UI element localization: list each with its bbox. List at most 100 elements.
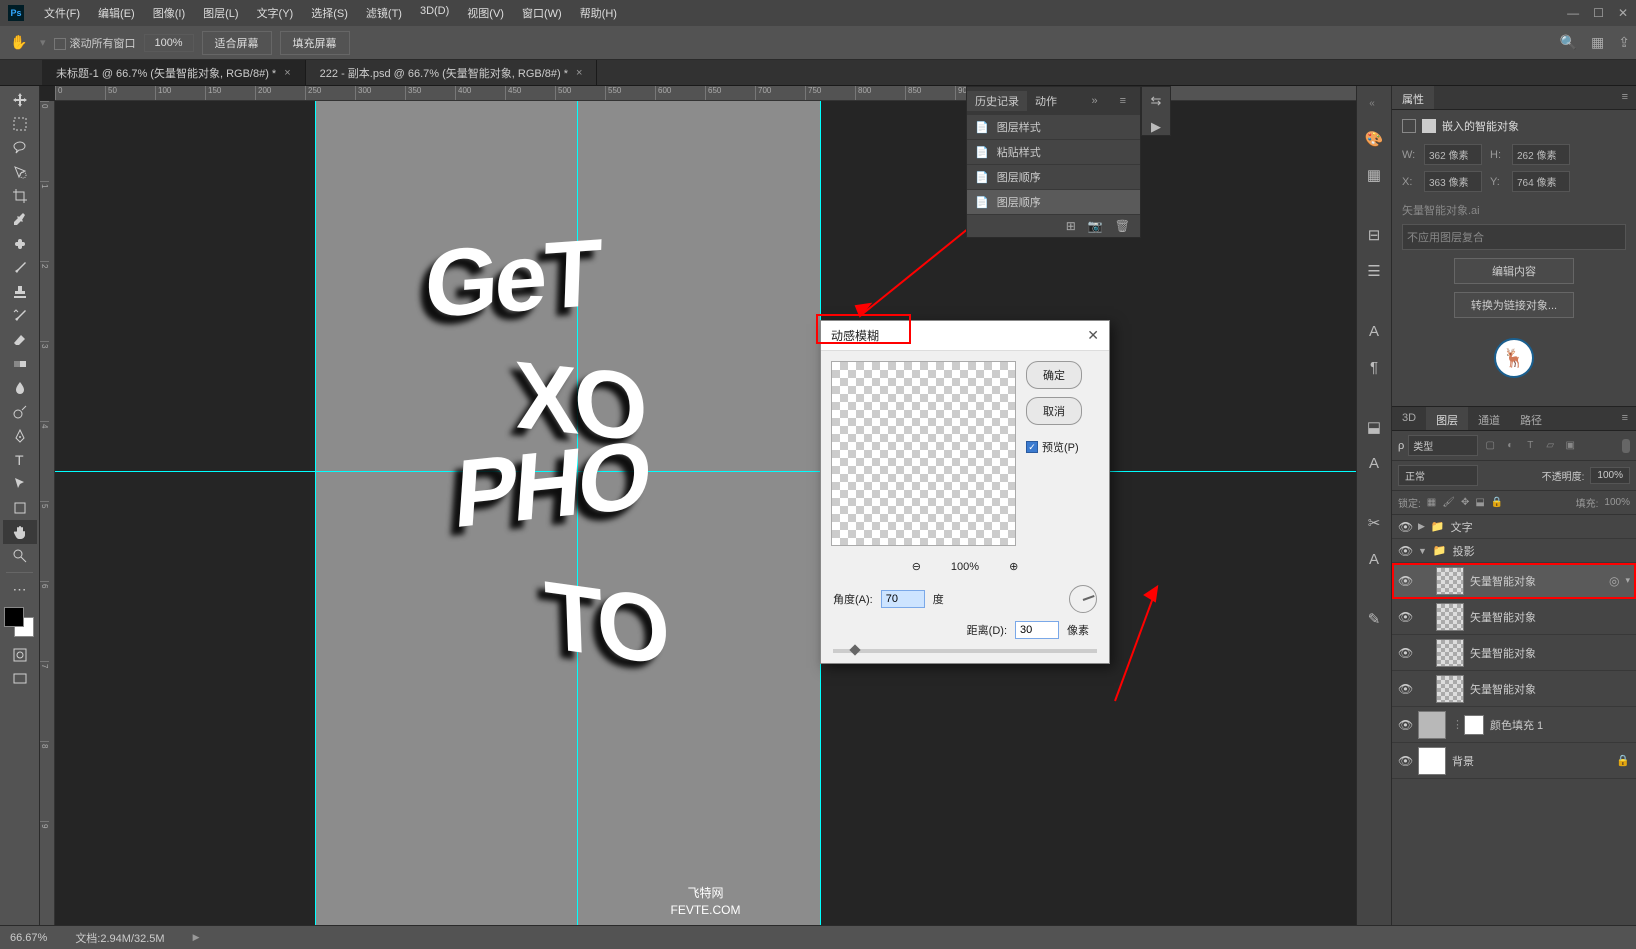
close-dialog-icon[interactable]: ✕ <box>1087 327 1099 344</box>
panel-menu-icon[interactable]: ≡ <box>1112 93 1134 109</box>
play-icon[interactable]: ▶ <box>1151 119 1161 135</box>
paragraph-panel-icon[interactable]: ¶ <box>1363 356 1385 378</box>
filter-adjust-icon[interactable]: ◐ <box>1502 438 1518 454</box>
zoom-tool[interactable] <box>3 544 37 568</box>
fill-screen-button[interactable]: 填充屏幕 <box>280 31 350 55</box>
menu-3d[interactable]: 3D(D) <box>412 1 457 25</box>
visibility-icon[interactable]: 👁 <box>1398 646 1412 660</box>
edit-toolbar-button[interactable]: ⋯ <box>3 577 37 601</box>
brush-settings-icon[interactable]: ✎ <box>1363 608 1385 630</box>
zoom-100-button[interactable]: 100% <box>144 34 194 52</box>
char-styles-panel-icon[interactable]: ⬓ <box>1363 416 1385 438</box>
angle-input[interactable] <box>881 590 925 608</box>
layer-item[interactable]: 👁⋮颜色填充 1 <box>1392 707 1636 743</box>
hand-tool-icon[interactable]: ✋ <box>6 32 32 54</box>
visibility-icon[interactable]: 👁 <box>1398 610 1412 624</box>
layer-group[interactable]: 👁▼📁投影 <box>1392 539 1636 563</box>
dodge-tool[interactable] <box>3 400 37 424</box>
styles-panel-icon[interactable]: A <box>1363 548 1385 570</box>
layer-comp-select[interactable]: 不应用图层复合 <box>1402 224 1626 250</box>
filter-icon[interactable]: ρ <box>1398 440 1404 452</box>
scroll-all-checkbox[interactable]: 滚动所有窗口 <box>54 35 136 51</box>
zoom-in-icon[interactable]: ⊕ <box>1009 560 1018 573</box>
layer-item[interactable]: 👁矢量智能对象 <box>1392 671 1636 707</box>
menu-layer[interactable]: 图层(L) <box>195 1 246 25</box>
history-item[interactable]: 📄图层顺序 <box>967 190 1140 215</box>
lasso-tool[interactable] <box>3 136 37 160</box>
camera-icon[interactable]: 📷 <box>1088 219 1103 233</box>
fit-screen-button[interactable]: 适合屏幕 <box>202 31 272 55</box>
visibility-icon[interactable]: 👁 <box>1398 544 1412 558</box>
menu-type[interactable]: 文字(Y) <box>249 1 302 25</box>
close-button[interactable]: ✕ <box>1618 6 1628 20</box>
visibility-icon[interactable]: 👁 <box>1398 682 1412 696</box>
filter-type-icon[interactable]: T <box>1522 438 1538 454</box>
filter-type-select[interactable]: 类型 <box>1408 435 1478 456</box>
close-tab-icon[interactable]: × <box>576 67 582 79</box>
convert-to-link-button[interactable]: 转换为链接对象... <box>1454 292 1574 318</box>
filter-pixel-icon[interactable]: ▢ <box>1482 438 1498 454</box>
document-tab-2[interactable]: 222 - 副本.psd @ 66.7% (矢量智能对象, RGB/8#) *× <box>306 60 598 85</box>
blur-tool[interactable] <box>3 376 37 400</box>
menu-select[interactable]: 选择(S) <box>303 1 356 25</box>
distance-input[interactable] <box>1015 621 1059 639</box>
lock-all-icon[interactable]: 🔒 <box>1491 497 1503 508</box>
actions-tab[interactable]: 动作 <box>1027 91 1065 111</box>
motion-blur-dialog[interactable]: 动感模糊✕ 确定 取消 ✓预览(P) ⊖ 100% ⊕ 角度(A): 度 <box>820 320 1110 664</box>
layer-item[interactable]: 👁矢量智能对象 <box>1392 599 1636 635</box>
para-styles-panel-icon[interactable]: A <box>1363 452 1385 474</box>
preview-checkbox[interactable]: ✓预览(P) <box>1026 439 1082 455</box>
filter-shape-icon[interactable]: ▱ <box>1542 438 1558 454</box>
layer-item[interactable]: 👁背景🔒 <box>1392 743 1636 779</box>
adjustments-panel-icon[interactable]: ⊟ <box>1363 224 1385 246</box>
visibility-icon[interactable]: 👁 <box>1398 718 1412 732</box>
edit-contents-button[interactable]: 编辑内容 <box>1454 258 1574 284</box>
quick-mask-button[interactable] <box>3 643 37 667</box>
y-input[interactable]: 764 像素 <box>1512 171 1570 192</box>
history-panel[interactable]: 历史记录 动作 »≡ 📄图层样式 📄粘贴样式 📄图层顺序 📄图层顺序 ⊞ 📷 🗑 <box>966 86 1141 238</box>
visibility-icon[interactable]: 👁 <box>1398 754 1412 768</box>
minimize-button[interactable]: — <box>1567 6 1579 20</box>
angle-dial[interactable] <box>1069 585 1097 613</box>
channels-tab[interactable]: 通道 <box>1468 407 1510 430</box>
search-icon[interactable]: 🔍 <box>1560 34 1577 51</box>
maximize-button[interactable]: ☐ <box>1593 6 1604 20</box>
document-tab-1[interactable]: 未标题-1 @ 66.7% (矢量智能对象, RGB/8#) *× <box>42 60 306 85</box>
menu-view[interactable]: 视图(V) <box>459 1 512 25</box>
glyph-panel-icon[interactable]: ✂ <box>1363 512 1385 534</box>
filter-smart-icon[interactable]: ▣ <box>1562 438 1578 454</box>
crop-tool[interactable] <box>3 184 37 208</box>
distance-slider[interactable] <box>833 649 1097 653</box>
cancel-button[interactable]: 取消 <box>1026 397 1082 425</box>
properties-tab[interactable]: 属性 <box>1392 86 1434 109</box>
shape-tool[interactable] <box>3 496 37 520</box>
gradient-tool[interactable] <box>3 352 37 376</box>
marquee-tool[interactable] <box>3 112 37 136</box>
hand-tool[interactable] <box>3 520 37 544</box>
type-tool[interactable]: T <box>3 448 37 472</box>
color-panel-icon[interactable]: 🎨 <box>1363 128 1385 150</box>
new-snapshot-icon[interactable]: ⊞ <box>1066 219 1076 233</box>
x-input[interactable]: 363 像素 <box>1424 171 1482 192</box>
lock-artboard-icon[interactable]: ⬓ <box>1475 497 1484 508</box>
character-panel-icon[interactable]: A <box>1363 320 1385 342</box>
lock-paint-icon[interactable]: 🖌 <box>1442 497 1455 508</box>
fill-input[interactable]: 100% <box>1604 497 1630 508</box>
doc-size[interactable]: 文档:2.94M/32.5M <box>75 930 164 946</box>
visibility-icon[interactable]: 👁 <box>1398 520 1412 534</box>
history-tab[interactable]: 历史记录 <box>967 91 1027 111</box>
path-select-tool[interactable] <box>3 472 37 496</box>
expand-dock-icon[interactable]: « <box>1361 92 1383 114</box>
quick-select-tool[interactable] <box>3 160 37 184</box>
brush-tool[interactable] <box>3 256 37 280</box>
opacity-input[interactable]: 100% <box>1590 467 1630 484</box>
lock-pixels-icon[interactable]: ▦ <box>1427 497 1436 508</box>
status-chevron-icon[interactable]: ▶ <box>193 932 200 943</box>
eyedropper-tool[interactable] <box>3 208 37 232</box>
close-tab-icon[interactable]: × <box>284 67 290 79</box>
lock-position-icon[interactable]: ✥ <box>1461 497 1469 508</box>
ok-button[interactable]: 确定 <box>1026 361 1082 389</box>
history-item[interactable]: 📄粘贴样式 <box>967 140 1140 165</box>
canvas-viewport[interactable]: GeT XO PHO TO 飞特网 FEVTE.COM <box>55 101 1356 925</box>
layers-tab[interactable]: 图层 <box>1426 407 1468 430</box>
